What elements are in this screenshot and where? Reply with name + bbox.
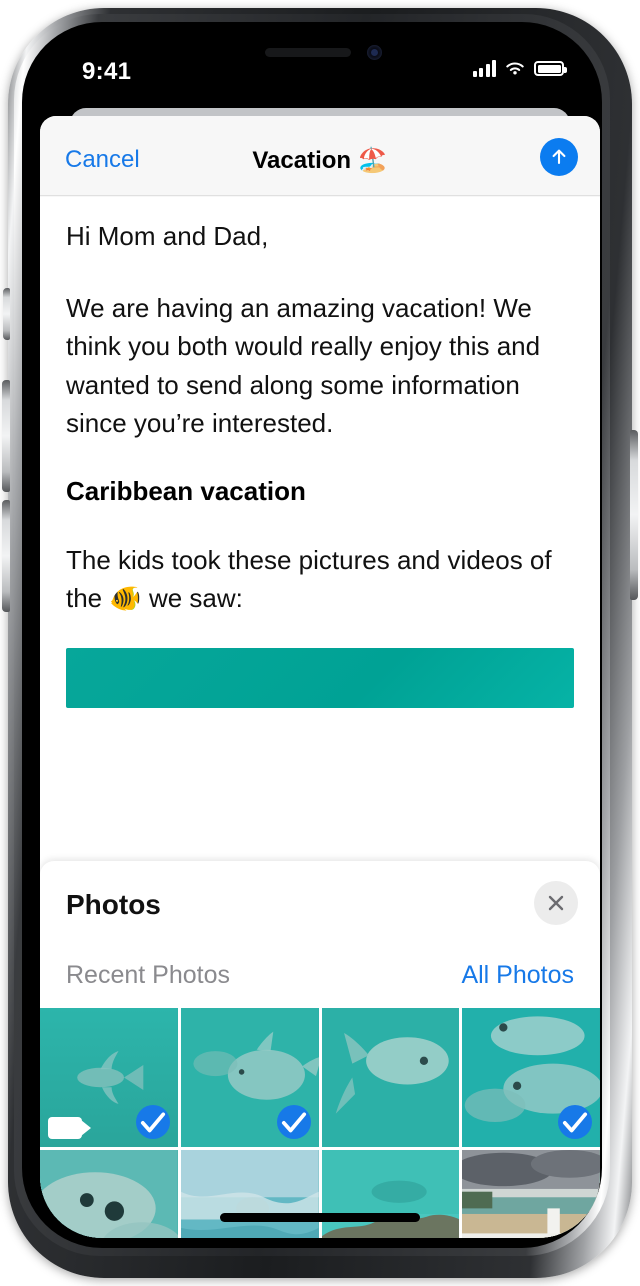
photo-thumbnail-4[interactable] [462, 1008, 600, 1147]
photos-picker-panel: Photos Recent Photos All Photos [40, 861, 600, 1238]
email-paragraph-2-after: we saw: [141, 583, 243, 614]
photo-thumbnail-2[interactable] [180, 1008, 319, 1147]
home-indicator-bar[interactable] [220, 1213, 420, 1222]
close-button[interactable] [534, 881, 578, 925]
status-icons [472, 60, 567, 77]
tropical-fish-emoji-icon: 🐠 [109, 583, 142, 614]
photo-thumbnail-8[interactable] [462, 1150, 600, 1238]
photos-panel-title: Photos [66, 889, 161, 920]
checkmark-icon [281, 1112, 306, 1133]
compose-nav-bar: Cancel Vacation 🏖️ [40, 116, 600, 196]
photo-thumbnail-3[interactable] [321, 1008, 460, 1147]
front-camera-icon [367, 45, 382, 60]
phone-screen: 9:41 Cancel Vacation 🏖️ Hi Mom and Dad, … [40, 34, 600, 1238]
power-button[interactable] [630, 430, 638, 600]
mute-switch-button[interactable] [3, 288, 10, 340]
cellular-signal-icon [472, 60, 496, 77]
photo-thumbnail-6[interactable] [180, 1150, 319, 1238]
fish-teal-scene-5 [40, 1150, 178, 1238]
screenshot-stage: 9:41 Cancel Vacation 🏖️ Hi Mom and Dad, … [0, 0, 640, 1286]
selected-check-badge[interactable] [276, 1105, 311, 1139]
page-title-text: Vacation [252, 147, 352, 174]
send-arrow-up-icon [552, 149, 566, 165]
photo-grid[interactable] [40, 1008, 600, 1238]
wifi-icon [506, 62, 524, 75]
send-button[interactable] [540, 138, 578, 176]
water-splash-scene [180, 1150, 319, 1238]
compose-sheet: Cancel Vacation 🏖️ Hi Mom and Dad, We ar… [40, 116, 600, 1238]
rocks-shallow-scene [321, 1150, 460, 1238]
checkmark-icon [562, 1112, 588, 1133]
email-paragraph-1: We are having an amazing vacation! We th… [66, 293, 541, 438]
page-title: Vacation 🏖️ [40, 146, 600, 175]
status-time: 9:41 [82, 58, 132, 85]
email-heading: Caribbean vacation [66, 476, 306, 507]
email-attachment-image[interactable] [66, 647, 574, 708]
beach-umbrella-emoji-icon: 🏖️ [357, 147, 388, 174]
fish-teal-scene-3 [321, 1008, 460, 1147]
volume-up-button[interactable] [2, 380, 10, 492]
beach-fence-scene [462, 1150, 600, 1238]
volume-down-button[interactable] [2, 500, 10, 612]
photo-thumbnail-1[interactable] [40, 1008, 178, 1147]
photo-thumbnail-5[interactable] [40, 1150, 178, 1238]
checkmark-icon [140, 1112, 165, 1133]
all-photos-link[interactable]: All Photos [461, 961, 574, 990]
selected-check-badge[interactable] [558, 1105, 592, 1139]
photos-section-bar: Recent Photos All Photos [40, 961, 600, 1007]
earpiece-speaker [265, 48, 351, 57]
email-greeting: Hi Mom and Dad, [66, 221, 269, 251]
close-x-icon [548, 895, 564, 911]
notch [205, 34, 435, 68]
battery-icon [534, 61, 567, 76]
video-badge-icon [48, 1117, 91, 1139]
selected-check-badge[interactable] [135, 1105, 170, 1139]
status-bar: 9:41 [40, 34, 600, 114]
recent-photos-label: Recent Photos [66, 961, 230, 989]
photo-thumbnail-7[interactable] [321, 1150, 460, 1238]
email-paragraph-2: The kids took these pictures and videos … [66, 541, 574, 617]
